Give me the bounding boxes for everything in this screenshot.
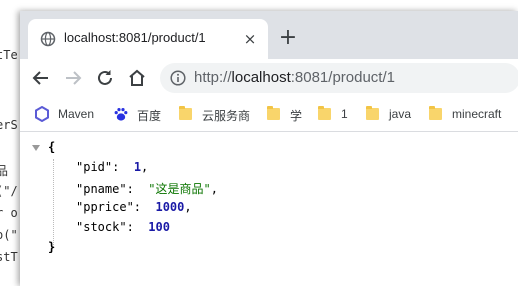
bookmark-label: 学 bbox=[290, 109, 303, 123]
json-key: "stock" bbox=[76, 220, 127, 234]
globe-icon bbox=[40, 31, 56, 47]
url-protocol: http:// bbox=[194, 69, 232, 86]
bookmark-label: java bbox=[389, 107, 412, 121]
tab-strip: localhost:8081/product/1 × + bbox=[20, 11, 518, 59]
close-icon[interactable]: × bbox=[241, 30, 259, 48]
bookmark-label: 云服务商 bbox=[202, 109, 251, 123]
json-row: "pid": 1, bbox=[76, 160, 149, 174]
json-value: "这是商品" bbox=[148, 182, 211, 196]
code-line: o(" bbox=[0, 228, 18, 242]
browser-toolbar: http://localhost:8081/product/1 bbox=[20, 59, 518, 97]
json-value: 1 bbox=[133, 160, 142, 174]
address-bar[interactable]: http://localhost:8081/product/1 bbox=[160, 63, 518, 93]
back-arrow-icon[interactable] bbox=[30, 67, 52, 89]
json-close-brace: } bbox=[48, 240, 56, 254]
code-line: stT bbox=[0, 250, 18, 264]
folder-icon bbox=[365, 106, 381, 122]
background-code-editor: tTe erS 品 ("/ r o o(" stT bbox=[0, 0, 20, 286]
bookmark-label: minecraft bbox=[452, 107, 502, 121]
folder-icon bbox=[428, 106, 444, 122]
json-open-brace: { bbox=[48, 140, 56, 154]
collapse-toggle-icon[interactable] bbox=[32, 145, 40, 151]
json-value: 100 bbox=[148, 220, 170, 234]
indent-guide bbox=[53, 159, 54, 247]
tab-title: localhost:8081/product/1 bbox=[64, 30, 206, 45]
json-key: "pname" bbox=[76, 182, 127, 196]
url-text: http://localhost:8081/product/1 bbox=[194, 69, 395, 86]
home-icon[interactable] bbox=[126, 67, 148, 89]
folder-icon bbox=[266, 106, 282, 122]
bookmark-label: 1 bbox=[341, 107, 348, 121]
bookmark-label: 百度 bbox=[137, 109, 162, 123]
bookmark-label: Maven bbox=[58, 107, 95, 121]
json-row: "stock": 100 bbox=[76, 220, 170, 234]
baidu-paw-icon bbox=[114, 108, 128, 121]
json-key: "pid" bbox=[76, 160, 113, 174]
reload-icon[interactable] bbox=[94, 67, 116, 89]
tab-product[interactable]: localhost:8081/product/1 × bbox=[28, 19, 268, 59]
json-viewer: { "pid": 1, "pname": "这是商品", "pprice": 1… bbox=[20, 132, 518, 286]
url-path: :8081/product/1 bbox=[290, 69, 395, 86]
code-line: r o bbox=[0, 206, 18, 220]
code-line: erS bbox=[0, 118, 18, 132]
new-tab-button[interactable]: + bbox=[276, 27, 300, 51]
bookmarks-bar: Maven 百度 云服务商 学 1 java minecraft bbox=[20, 97, 518, 132]
json-row: "pprice": 1000, bbox=[76, 200, 192, 214]
folder-icon bbox=[317, 106, 333, 122]
json-row: "pname": "这是商品", bbox=[76, 182, 218, 196]
code-line: tTe bbox=[0, 48, 18, 62]
code-line: 品 bbox=[0, 164, 9, 178]
forward-arrow-icon[interactable] bbox=[62, 67, 84, 89]
maven-hexagon-icon bbox=[35, 106, 49, 122]
json-key: "pprice" bbox=[76, 200, 134, 214]
url-host: localhost bbox=[231, 69, 291, 86]
json-value: 1000 bbox=[155, 200, 185, 214]
browser-window: localhost:8081/product/1 × + http://loca… bbox=[20, 11, 518, 286]
info-icon[interactable] bbox=[170, 70, 186, 86]
code-line: ("/ bbox=[0, 184, 18, 198]
folder-icon bbox=[178, 106, 194, 122]
